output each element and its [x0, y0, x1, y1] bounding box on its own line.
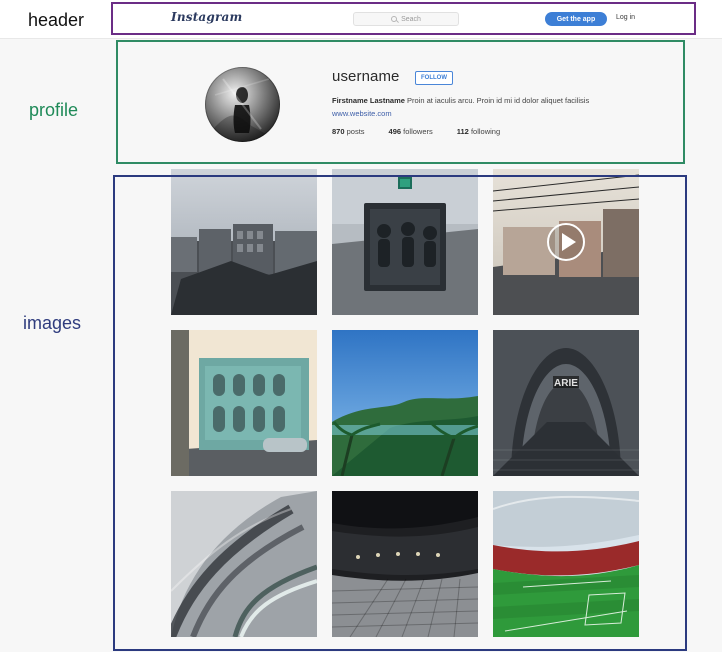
annotation-header-label: header [28, 10, 85, 30]
annotation-profile-label: profile [29, 100, 79, 120]
header-wireframe-box [111, 2, 696, 35]
images-wireframe-box [113, 175, 687, 651]
annotation-images-label: images [23, 313, 82, 333]
profile-wireframe-box [116, 40, 685, 164]
